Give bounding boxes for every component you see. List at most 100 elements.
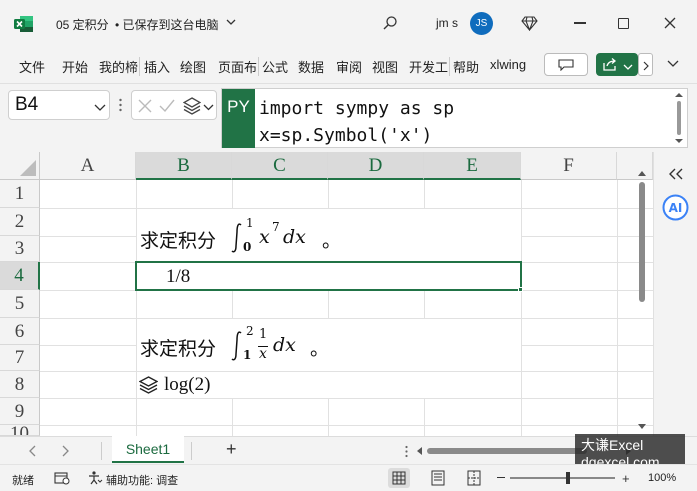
zoom-slider[interactable]: [510, 472, 615, 484]
menu-view[interactable]: 视图: [372, 57, 398, 76]
macro-icon[interactable]: [54, 471, 70, 485]
accessibility-icon[interactable]: [87, 470, 103, 486]
normal-view-icon[interactable]: [388, 468, 410, 488]
integral-sign: [230, 330, 244, 362]
sheet-tab-sheet1[interactable]: Sheet1: [112, 436, 184, 463]
menu-page-layout[interactable]: 页面布: [218, 57, 259, 76]
chevron-down-icon[interactable]: [225, 16, 237, 28]
accessibility-status[interactable]: 辅助功能: 调查: [106, 472, 178, 488]
avatar-initials: JS: [475, 18, 488, 29]
gridline: [40, 345, 136, 346]
page-layout-icon[interactable]: [430, 469, 446, 487]
arrow-left-icon[interactable]: [28, 445, 38, 457]
row-header-1[interactable]: 1: [0, 180, 40, 208]
arrow-right-icon[interactable]: [60, 445, 70, 457]
column-header-b[interactable]: B: [136, 152, 232, 180]
cell-b4[interactable]: 1/8: [135, 261, 523, 292]
python-object-icon[interactable]: [138, 376, 159, 394]
vertical-scrollbar[interactable]: [634, 166, 650, 436]
integral-lower: 0: [243, 240, 252, 254]
user-name[interactable]: jm s: [436, 16, 458, 30]
status-mode: 就绪: [12, 475, 34, 487]
share-icon: [602, 58, 618, 71]
formula-input[interactable]: PY import sympy as sp x=sp.Symbol('x'): [221, 88, 688, 148]
row-header-3[interactable]: 3: [0, 236, 40, 262]
fill-handle[interactable]: [518, 287, 523, 292]
diamond-icon[interactable]: [521, 15, 538, 32]
name-box[interactable]: B4: [8, 90, 110, 120]
collapse-icon[interactable]: [667, 167, 685, 181]
search-icon[interactable]: [382, 15, 398, 31]
select-all-corner[interactable]: [0, 152, 40, 180]
formula-code[interactable]: import sympy as sp x=sp.Symbol('x'): [259, 95, 454, 149]
row-header-6[interactable]: 6: [0, 318, 40, 345]
maximize-icon[interactable]: [618, 18, 629, 29]
minimize-icon[interactable]: [574, 22, 586, 24]
integral-sign: [230, 222, 244, 254]
integral-period: 。: [322, 231, 342, 252]
row-header-4[interactable]: 4: [0, 262, 40, 290]
menu-formulas[interactable]: 公式: [262, 57, 288, 76]
gridline: [232, 290, 233, 318]
add-sheet-button[interactable]: +: [226, 439, 237, 460]
zoom-in-button[interactable]: +: [622, 471, 630, 486]
menu-xlwings[interactable]: xlwing: [490, 57, 530, 72]
comment-button[interactable]: [544, 53, 588, 76]
menu-home[interactable]: 开始: [62, 57, 88, 76]
ribbon-expand-icon[interactable]: [666, 58, 680, 68]
more-icon: [642, 60, 650, 71]
menu-data[interactable]: 数据: [298, 57, 324, 76]
menu-file[interactable]: 文件: [19, 57, 45, 76]
menu-insert[interactable]: 插入: [144, 57, 170, 76]
gridline: [424, 398, 425, 436]
menu-my-tab[interactable]: 我的楴: [99, 57, 140, 76]
row-header-9[interactable]: 9: [0, 398, 40, 425]
page-break-icon[interactable]: [466, 469, 482, 487]
menu-developer[interactable]: 开发工: [409, 57, 450, 76]
chevron-down-icon[interactable]: [94, 101, 106, 111]
avatar[interactable]: JS: [470, 12, 493, 35]
status-bar: 就绪 辅助功能: 调查 + 100%: [0, 464, 697, 491]
fraction-numerator: 1: [259, 327, 268, 342]
column-header-d[interactable]: D: [328, 152, 424, 180]
integral-period: 。: [310, 339, 330, 360]
column-header-c[interactable]: C: [232, 152, 328, 180]
drag-handle-icon[interactable]: [119, 98, 122, 112]
gridline: [424, 180, 425, 208]
row-header-2[interactable]: 2: [0, 208, 40, 236]
integral-upper: 2: [246, 324, 254, 338]
menu-help[interactable]: 帮助: [453, 57, 479, 76]
fraction-denominator: x: [259, 346, 267, 362]
check-icon[interactable]: [159, 99, 175, 113]
column-header-e[interactable]: E: [424, 152, 521, 180]
column-header-a[interactable]: A: [40, 152, 136, 180]
ai-icon[interactable]: AI: [662, 194, 689, 221]
integral-dx: dx: [273, 334, 296, 356]
row-header-10[interactable]: 10: [0, 425, 40, 436]
spreadsheet-grid[interactable]: A B C D E F 1 2 3 4 5 6 7 8 9 10 求定积分 1: [0, 152, 697, 436]
more-button[interactable]: [638, 53, 653, 76]
column-header-f[interactable]: F: [521, 152, 617, 180]
integral-lower: 1: [243, 348, 252, 362]
chevron-down-icon[interactable]: [203, 101, 214, 111]
menu-draw[interactable]: 绘图: [180, 57, 206, 76]
gridline: [328, 180, 329, 208]
comment-icon: [558, 59, 574, 72]
menu-review[interactable]: 审阅: [336, 57, 362, 76]
zoom-out-button[interactable]: [497, 477, 505, 478]
drag-handle-icon[interactable]: [405, 445, 408, 458]
python-layers-icon[interactable]: [182, 97, 202, 115]
zoom-slider-thumb[interactable]: [566, 472, 570, 484]
cancel-icon[interactable]: [138, 99, 152, 113]
share-button[interactable]: [596, 53, 638, 76]
row-header-5[interactable]: 5: [0, 290, 40, 318]
formula-scrollbar[interactable]: [673, 90, 685, 146]
row-header-8[interactable]: 8: [0, 371, 40, 398]
zoom-level[interactable]: 100%: [648, 472, 676, 484]
row-header-7[interactable]: 7: [0, 345, 40, 371]
integrand-base: x: [259, 226, 270, 248]
gridline: [40, 425, 653, 426]
save-status[interactable]: • 已保存到这台电脑: [115, 16, 219, 33]
close-icon[interactable]: [664, 17, 676, 29]
formula-bar-area: B4 PY import sympy as sp x=sp.Symbol('x'): [0, 84, 697, 152]
